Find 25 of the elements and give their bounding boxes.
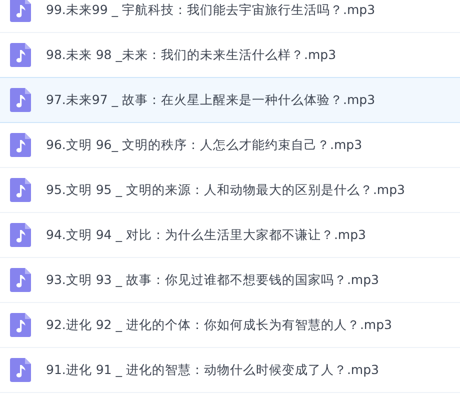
file-name: 93.文明 93 _ 故事：你见过谁都不想要钱的国家吗？.mp3 [46,272,379,288]
music-file-icon [10,88,31,112]
music-file-icon [10,313,31,337]
file-name: 94.文明 94 _ 对比：为什么生活里大家都不谦让？.mp3 [46,226,366,244]
file-name: 97.未来97 _ 故事：在火星上醒来是一种什么体验？.mp3 [46,92,376,108]
music-file-icon [10,43,31,67]
music-file-icon [10,178,31,202]
music-file-icon [10,223,31,247]
file-row[interactable]: 97.未来97 _ 故事：在火星上醒来是一种什么体验？.mp3 [0,78,460,123]
music-file-icon [10,268,31,292]
file-name: 99.未来99 _ 宇航科技：我们能去宇宙旅行生活吗？.mp3 [46,2,376,18]
file-row[interactable]: 95.文明 95 _ 文明的来源：人和动物最大的区别是什么？.mp3 [0,168,460,213]
file-name: 92.进化 92 _ 进化的个体：你如何成长为有智慧的人？.mp3 [46,316,392,334]
file-row[interactable]: 94.文明 94 _ 对比：为什么生活里大家都不谦让？.mp3 [0,213,460,258]
music-file-icon [10,358,31,382]
file-name: 91.进化 91 _ 进化的智慧：动物什么时候变成了人？.mp3 [46,362,379,378]
file-row[interactable]: 99.未来99 _ 宇航科技：我们能去宇宙旅行生活吗？.mp3 [0,0,460,33]
file-name: 98.未来 98 _未来：我们的未来生活什么样？.mp3 [46,46,336,64]
music-file-icon [10,133,31,157]
file-name: 95.文明 95 _ 文明的来源：人和动物最大的区别是什么？.mp3 [46,182,405,198]
file-row[interactable]: 92.进化 92 _ 进化的个体：你如何成长为有智慧的人？.mp3 [0,303,460,348]
file-row[interactable]: 91.进化 91 _ 进化的智慧：动物什么时候变成了人？.mp3 [0,348,460,393]
file-row[interactable]: 96.文明 96_ 文明的秩序：人怎么才能约束自己？.mp3 [0,123,460,168]
file-name: 96.文明 96_ 文明的秩序：人怎么才能约束自己？.mp3 [46,136,362,154]
file-row[interactable]: 93.文明 93 _ 故事：你见过谁都不想要钱的国家吗？.mp3 [0,258,460,303]
